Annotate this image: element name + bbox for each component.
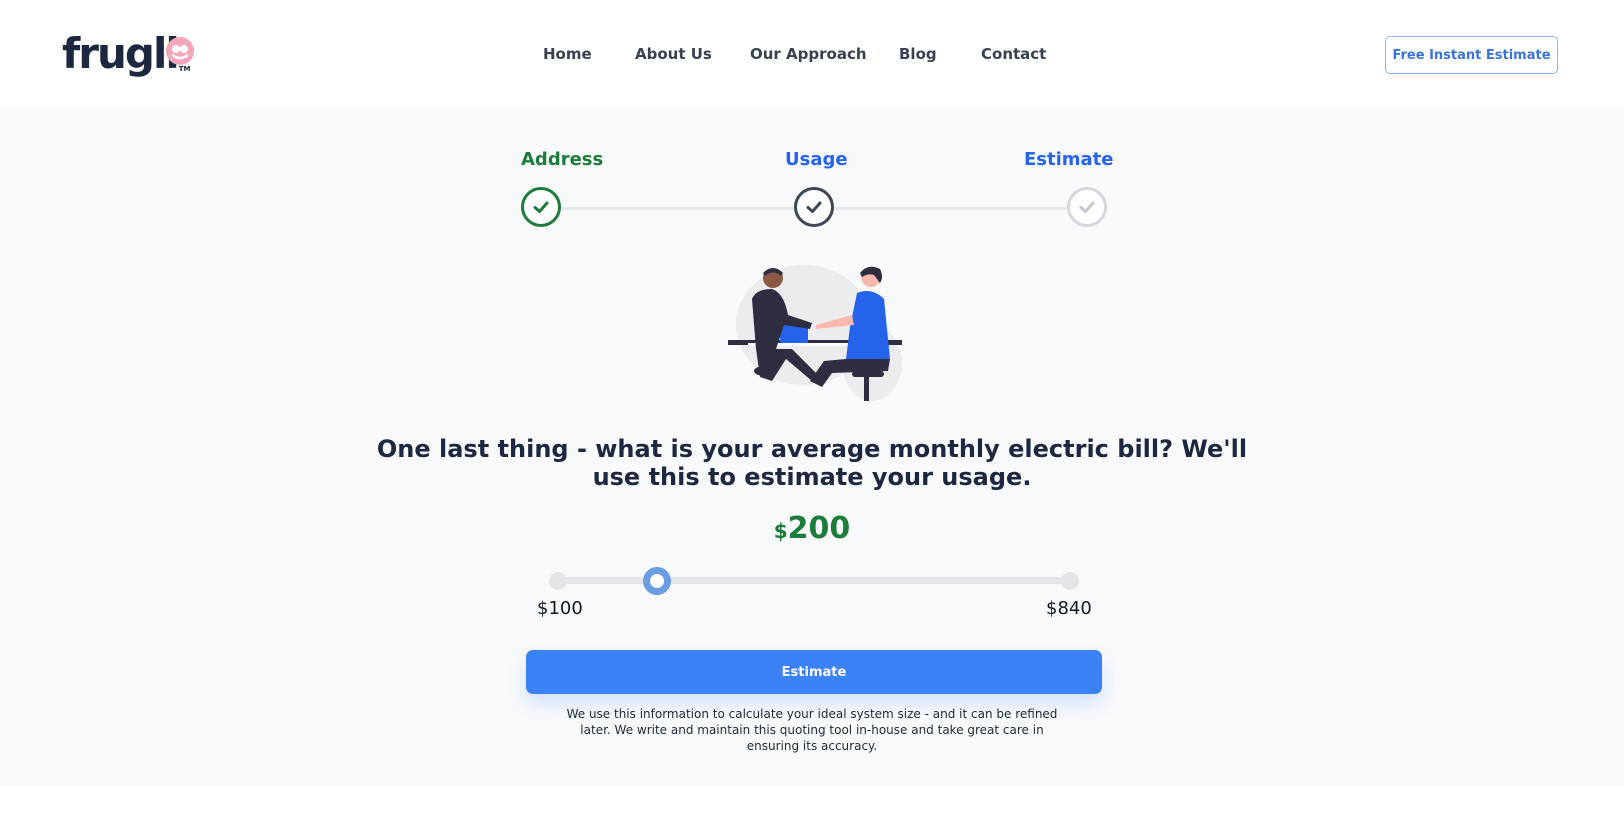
free-instant-estimate-button[interactable]: Free Instant Estimate [1385,36,1558,74]
check-icon [806,201,822,213]
slider-thumb[interactable] [643,567,672,595]
main-content: Address Usage Estimate One last thing - … [0,107,1624,785]
slider-min-marker [549,572,567,590]
logo-text: frugll [62,29,180,78]
step-label-estimate: Estimate [1024,149,1114,170]
slider-max-marker [1061,572,1079,590]
slider-track[interactable] [558,577,1070,584]
step-label-address: Address [521,149,604,170]
estimate-button[interactable]: Estimate [526,650,1102,694]
logo-mark-icon [166,37,194,65]
step-address-complete [521,187,561,227]
handshake-illustration [728,265,902,401]
step-label-usage: Usage [785,149,848,170]
check-icon [533,201,549,213]
currency-symbol: $ [773,519,788,543]
disclaimer-text: We use this information to calculate you… [566,707,1058,753]
step-usage-current [794,187,834,227]
nav-about-us[interactable]: About Us [635,45,712,63]
step-estimate-pending [1067,187,1107,227]
slider-min-label: $100 [537,598,583,619]
nav-contact[interactable]: Contact [981,45,1046,63]
site-header: frugll TM Home About Us Our Approach Blo… [0,0,1624,107]
frugll-logo[interactable]: frugll TM [62,30,202,78]
nav-our-approach[interactable]: Our Approach [750,45,867,63]
step-connector [834,207,1068,210]
nav-home[interactable]: Home [543,45,592,63]
check-icon [1079,201,1095,213]
usage-question-heading: One last thing - what is your average mo… [376,435,1248,491]
bill-amount-display: $200 [712,511,912,546]
slider-max-label: $840 [1046,598,1092,619]
nav-blog[interactable]: Blog [899,45,937,63]
bill-amount-value: 200 [787,511,851,546]
step-connector [561,207,795,210]
